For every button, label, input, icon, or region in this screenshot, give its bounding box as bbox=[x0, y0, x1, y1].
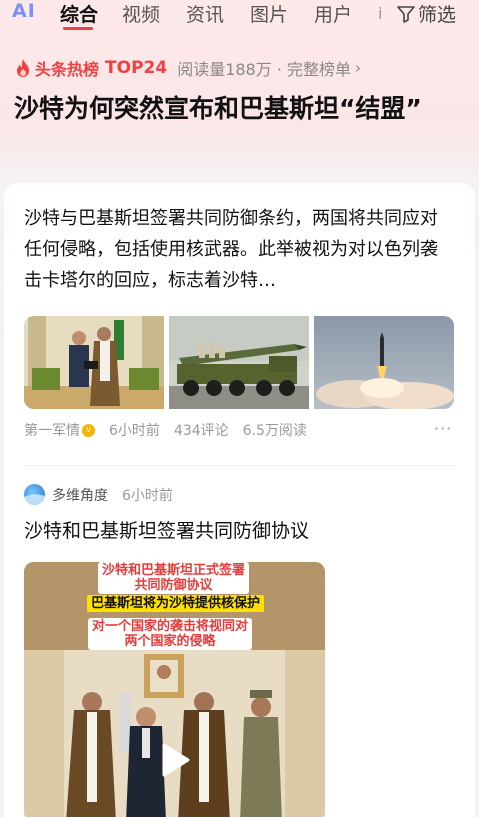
tab-comprehensive[interactable]: 综合 bbox=[60, 0, 98, 27]
author-name[interactable]: 多维角度 bbox=[52, 485, 108, 505]
divider bbox=[24, 465, 455, 466]
page-title: 沙特为何突然宣布和巴基斯坦“结盟” bbox=[14, 94, 422, 123]
top-nav: AI 综合 视频 资讯 图片 用户 i 筛选 bbox=[0, 0, 479, 30]
play-icon[interactable] bbox=[156, 742, 192, 778]
thumbnail-missile-vehicle-image[interactable] bbox=[169, 316, 309, 409]
read-count[interactable]: 阅读量188万 · 完整榜单 bbox=[177, 56, 351, 80]
article-thumbnails[interactable] bbox=[24, 316, 454, 409]
video-caption-3: 对一个国家的袭击将视同对 两个国家的侵略 bbox=[88, 618, 253, 650]
post-time: 6小时前 bbox=[122, 487, 173, 504]
article-summary[interactable]: 沙特与巴基斯坦签署共同防御条约，两国将共同应对任何侵略，包括使用核武器。此举被视… bbox=[24, 203, 454, 296]
filter-icon bbox=[397, 5, 415, 23]
tab-users[interactable]: 用户 bbox=[314, 0, 352, 27]
tab-overflow-indicator: i bbox=[378, 4, 383, 23]
avatar bbox=[24, 484, 45, 505]
rank-badge: TOP24 bbox=[105, 58, 168, 78]
thumbnail-meeting-image[interactable] bbox=[24, 316, 164, 409]
video-caption-2: 巴基斯坦将为沙特提供核保护 bbox=[87, 595, 265, 612]
article-meta: 第一军情 v 6小时前 434评论 6.5万阅读 bbox=[24, 420, 307, 440]
more-options-icon[interactable]: ··· bbox=[434, 419, 452, 438]
hot-list-label: 头条热榜 bbox=[35, 60, 100, 79]
filter-label: 筛选 bbox=[418, 4, 457, 26]
tab-video[interactable]: 视频 bbox=[122, 0, 160, 27]
video-caption-1-line-2: 共同防御协议 bbox=[134, 578, 213, 593]
chevron-right-icon: › bbox=[355, 59, 361, 77]
results-card: 沙特与巴基斯坦签署共同防御条约，两国将共同应对任何侵略，包括使用核武器。此举被视… bbox=[4, 183, 475, 817]
comment-count: 434评论 bbox=[173, 423, 229, 439]
view-count: 6.5万阅读 bbox=[242, 423, 307, 439]
video-caption-1: 沙特和巴基斯坦正式签署 共同防御协议 bbox=[98, 562, 250, 594]
video-caption-1-line-1: 沙特和巴基斯坦正式签署 bbox=[102, 563, 246, 578]
source-name[interactable]: 第一军情 bbox=[24, 420, 80, 440]
ai-logo[interactable]: AI bbox=[12, 0, 36, 22]
video-thumbnail[interactable]: 沙特和巴基斯坦正式签署 共同防御协议 巴基斯坦将为沙特提供核保护 对一个国家的袭… bbox=[24, 562, 325, 817]
post-title[interactable]: 沙特和巴基斯坦签署共同防御协议 bbox=[24, 516, 309, 543]
publish-time: 6小时前 bbox=[109, 423, 160, 439]
active-tab-indicator bbox=[63, 27, 93, 30]
post-author[interactable]: 多维角度 6小时前 bbox=[24, 484, 173, 505]
thumbnail-missile-launch-image[interactable] bbox=[314, 316, 454, 409]
video-caption-3-line-1: 对一个国家的袭击将视同对 bbox=[92, 619, 249, 634]
filter-button[interactable]: 筛选 bbox=[396, 0, 456, 27]
tab-news[interactable]: 资讯 bbox=[186, 0, 224, 27]
hot-rank-bar[interactable]: 头条热榜 TOP24 阅读量188万 · 完整榜单 › bbox=[14, 57, 361, 79]
video-caption-3-line-2: 两个国家的侵略 bbox=[124, 634, 216, 649]
verified-badge-icon: v bbox=[82, 423, 95, 437]
fire-icon bbox=[14, 58, 32, 78]
tab-images[interactable]: 图片 bbox=[250, 0, 288, 27]
